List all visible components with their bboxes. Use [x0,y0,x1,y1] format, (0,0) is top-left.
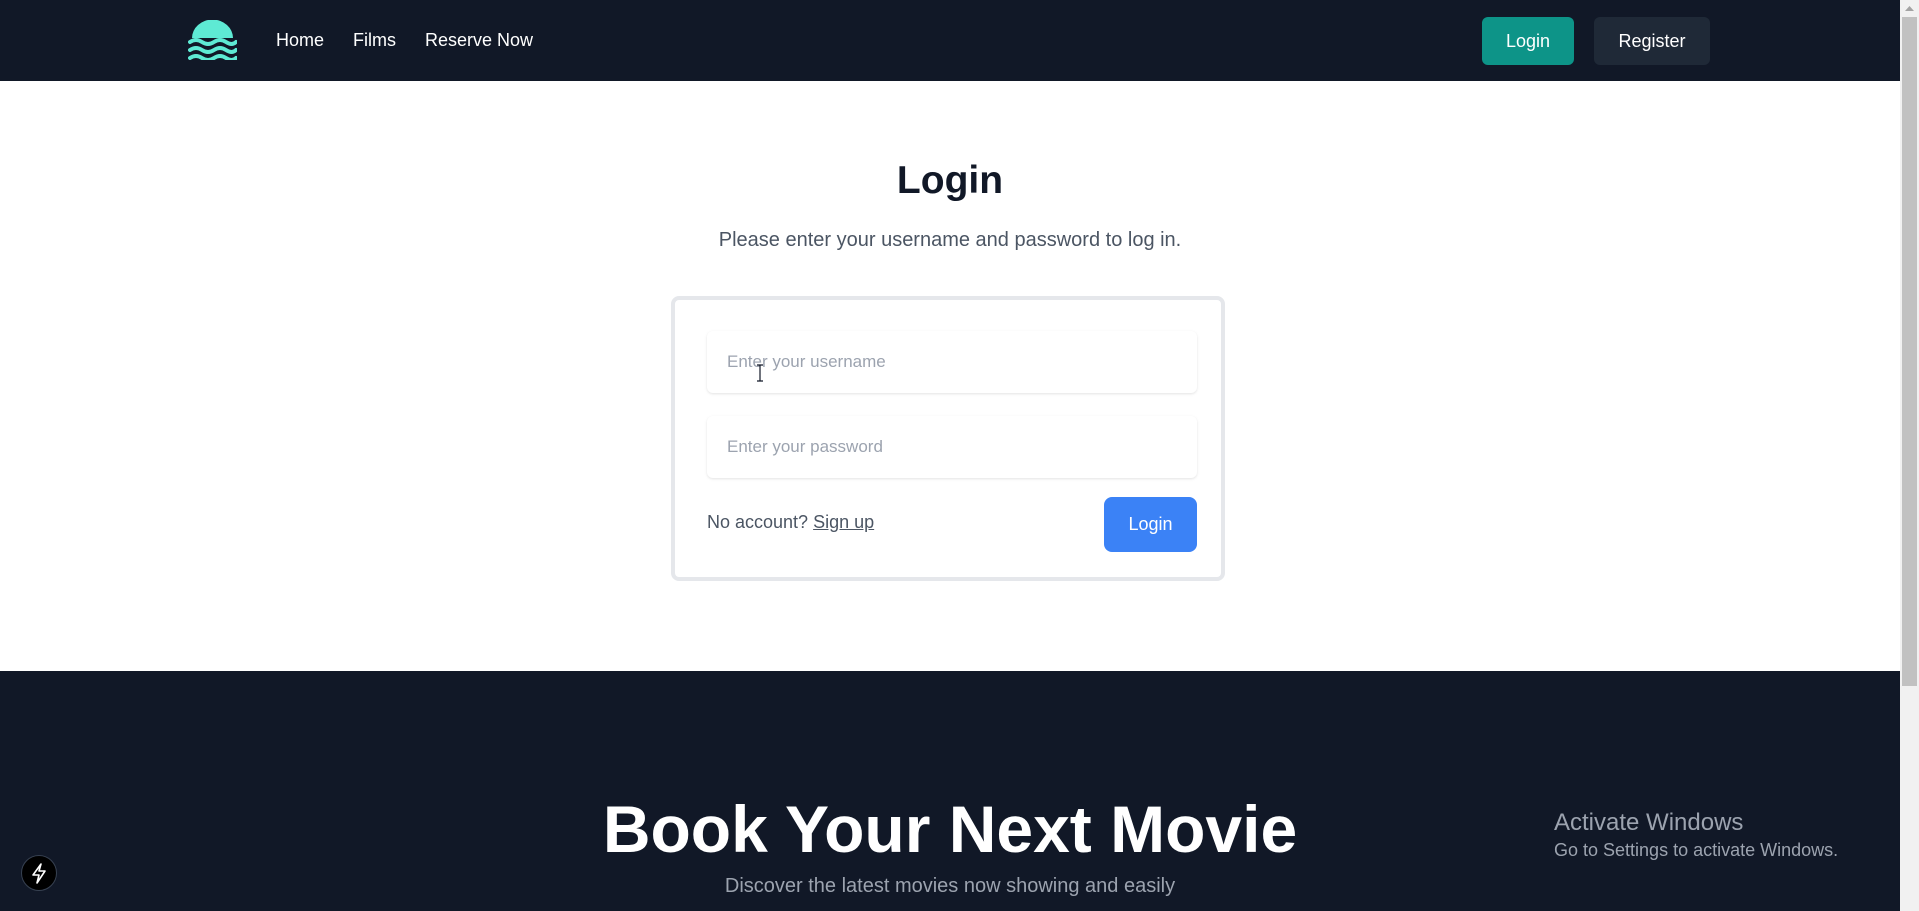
text-cursor-icon [757,364,763,382]
login-form-card: No account? Sign up Login [671,296,1225,581]
nav-link-reserve-now[interactable]: Reserve Now [425,28,533,52]
header-login-button[interactable]: Login [1482,17,1574,65]
scrollbar-thumb[interactable] [1902,17,1917,686]
login-submit-button[interactable]: Login [1104,497,1197,552]
signup-link[interactable]: Sign up [813,512,874,532]
nav-link-films[interactable]: Films [353,28,396,52]
page: Home Films Reserve Now Login Register Lo… [0,0,1919,911]
password-input[interactable] [707,416,1197,478]
username-input[interactable] [707,331,1197,393]
windows-activation-watermark: Activate Windows Go to Settings to activ… [1554,808,1838,862]
dev-tools-badge[interactable] [21,855,57,891]
hero-section: Book Your Next Movie Discover the latest… [0,671,1900,911]
no-account-text: No account? [707,512,809,532]
top-navbar: Home Films Reserve Now Login Register [0,0,1900,81]
watermark-title: Activate Windows [1554,809,1744,836]
watermark-subtitle: Go to Settings to activate Windows. [1554,840,1839,860]
vertical-scrollbar[interactable] [1900,0,1919,911]
scroll-up-arrow-icon[interactable] [1900,0,1919,17]
wave-logo-icon[interactable] [188,20,237,60]
lightning-icon [32,863,46,884]
nav-link-home[interactable]: Home [276,28,324,52]
header-register-button[interactable]: Register [1594,17,1710,65]
hero-description: Discover the latest movies now showing a… [724,875,1176,897]
page-subtitle: Please enter your username and password … [718,229,1182,251]
page-title: Login [896,159,1004,202]
no-account-row: No account? Sign up [707,512,874,533]
login-section: Login Please enter your username and pas… [0,81,1900,671]
